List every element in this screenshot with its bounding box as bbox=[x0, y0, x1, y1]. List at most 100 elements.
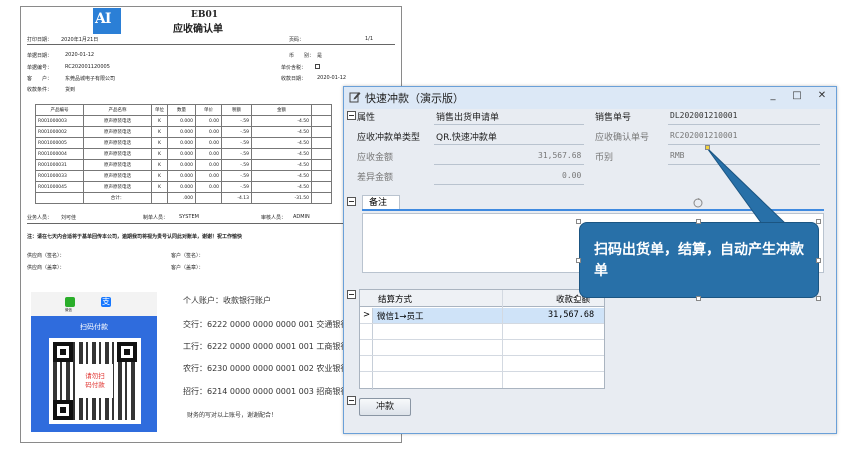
callout-text: 扫码出货单，结算，自动产生冲款单 bbox=[594, 242, 804, 279]
cell-price: 0.00 bbox=[195, 148, 222, 160]
cell-qty: 0.000 bbox=[167, 170, 196, 182]
cell-product-no: R001000031 bbox=[35, 159, 84, 171]
cell-amount: -4.50 bbox=[251, 115, 312, 127]
total-qty: .000 bbox=[167, 192, 196, 204]
offset-type-label: 应收冲款单类型 bbox=[357, 133, 421, 143]
preparer: SYSTEM bbox=[179, 214, 199, 220]
notice-text: 注：请在七天内合适将于基单回传本公司，逾期我司将视为贵号认同此对账单，谢谢！祝工… bbox=[27, 234, 243, 240]
cell-amount: -4.50 bbox=[251, 159, 312, 171]
collapse-grid-icon[interactable] bbox=[347, 290, 356, 299]
cell-price: 0.00 bbox=[195, 137, 222, 149]
table-row: R001000004 原声原装电话 K 0.000 0.00 -.59 -4.5… bbox=[35, 148, 332, 160]
qr-caption-line-2: 码付款 bbox=[85, 381, 105, 389]
difference-label: 差异金额 bbox=[357, 173, 394, 183]
collapse-section-icon[interactable] bbox=[347, 111, 356, 120]
minimize-button[interactable]: _ bbox=[766, 90, 780, 101]
receipt-date: 2020-01-12 bbox=[317, 75, 347, 81]
maximize-button[interactable]: □ bbox=[790, 90, 804, 101]
difference-value[interactable]: 0.00 bbox=[562, 171, 581, 180]
resize-handle[interactable] bbox=[696, 219, 701, 224]
cell-amount: -4.50 bbox=[251, 181, 312, 193]
cell-unit: K bbox=[151, 148, 168, 160]
resize-handle[interactable] bbox=[576, 258, 581, 263]
table-row: R001000031 原声原装电话 K 0.000 0.00 -.59 -4.5… bbox=[35, 159, 332, 171]
cell-product-name: 原声原装电话 bbox=[83, 137, 152, 149]
currency-value[interactable]: RMB bbox=[670, 151, 684, 160]
cell-extra bbox=[311, 181, 332, 193]
cell-product-no: R001000045 bbox=[35, 181, 84, 193]
doc-no: RC202001120005 bbox=[65, 64, 110, 70]
col-header-qty: 数量 bbox=[167, 104, 196, 116]
cell-price: 0.00 bbox=[195, 181, 222, 193]
alipay-icon: 支 bbox=[101, 297, 111, 307]
collection-terms: 货到 bbox=[65, 87, 76, 93]
cell-extra bbox=[311, 126, 332, 138]
cell-unit: K bbox=[151, 159, 168, 171]
cell-qty: 0.000 bbox=[167, 115, 196, 127]
preparer-label: 制单人员： bbox=[143, 215, 169, 221]
receivable-no-value[interactable]: RC202001210001 bbox=[670, 131, 737, 140]
resize-handle[interactable] bbox=[576, 296, 581, 301]
account-thanks: 财务的写对以上账号，谢谢配合！ bbox=[187, 412, 278, 419]
cell-tax: -.59 bbox=[221, 170, 252, 182]
collapse-note-icon[interactable] bbox=[347, 197, 356, 206]
resize-handle[interactable] bbox=[696, 296, 701, 301]
supplier-seal-label: 供应商（盖章）： bbox=[27, 265, 65, 271]
tab-note[interactable]: 备注 bbox=[362, 195, 400, 210]
account-line: 个人账户：收款银行账户 bbox=[183, 296, 271, 305]
cell-unit: K bbox=[151, 170, 168, 182]
attribute-value[interactable]: 销售出货申请单 bbox=[436, 110, 499, 123]
currency-label: 币 别： bbox=[289, 53, 315, 59]
cell-extra bbox=[311, 137, 332, 149]
collection-terms-label: 收款条件： bbox=[27, 87, 53, 93]
receivable-amount-underline bbox=[434, 164, 584, 165]
close-button[interactable]: ✕ bbox=[815, 90, 829, 101]
unit-price-tax-checkbox bbox=[315, 64, 320, 69]
cell-empty bbox=[151, 192, 168, 204]
salesperson-label: 业务人员： bbox=[27, 215, 53, 221]
receivable-amount-value[interactable]: 31,567.68 bbox=[538, 151, 581, 160]
cell-qty: 0.000 bbox=[167, 148, 196, 160]
cell-unit: K bbox=[151, 115, 168, 127]
account-line: 招行：6214 0000 0000 0001 003 招商银行 bbox=[183, 387, 349, 396]
cell-extra bbox=[311, 159, 332, 171]
resize-handle[interactable] bbox=[816, 296, 821, 301]
cell-product-name: 原声原装电话 bbox=[83, 181, 152, 193]
cell-amount: -4.50 bbox=[251, 170, 312, 182]
cell-qty: 0.000 bbox=[167, 181, 196, 193]
resize-handle[interactable] bbox=[816, 258, 821, 263]
offset-button[interactable]: 冲款 bbox=[359, 398, 411, 416]
payment-qr-panel: 微信 支 扫码付款 请勿扫 码付款 bbox=[31, 292, 157, 432]
col-header-product-name: 产品名称 bbox=[83, 104, 152, 116]
cell-qty: 0.000 bbox=[167, 159, 196, 171]
row-received-amount[interactable]: 31,567.68 bbox=[548, 310, 594, 320]
customer-seal-label: 客户（盖章）： bbox=[171, 265, 204, 271]
customer-label: 客 户： bbox=[27, 76, 53, 82]
row-settlement-method[interactable]: 微信1→员工 bbox=[377, 310, 424, 322]
grid-row-line bbox=[360, 339, 604, 340]
cell-amount: -4.50 bbox=[251, 148, 312, 160]
wechat-pay-label: 微信 bbox=[65, 308, 72, 312]
offset-type-value[interactable]: QR.快速冲款单 bbox=[436, 130, 497, 143]
cell-unit: K bbox=[151, 126, 168, 138]
header-divider bbox=[27, 44, 395, 45]
footer-divider bbox=[27, 223, 395, 224]
cell-tax: -.59 bbox=[221, 126, 252, 138]
items-table: 产品编号 产品名称 单位 数量 单价 税额 金额 R001000003 原声原装… bbox=[35, 104, 332, 204]
callout-anchor-handle[interactable] bbox=[705, 145, 710, 150]
dialog-titlebar[interactable]: 快速冲款（演示版） _ □ ✕ bbox=[344, 87, 836, 109]
total-label: 合计： bbox=[83, 192, 152, 204]
doc-no-label: 单据编号： bbox=[27, 65, 53, 71]
edit-icon bbox=[349, 92, 361, 103]
qr-caption-line-1: 请勿扫 bbox=[85, 372, 105, 380]
cell-unit: K bbox=[151, 137, 168, 149]
col-header-tax: 税额 bbox=[221, 104, 252, 116]
resize-handle[interactable] bbox=[816, 219, 821, 224]
col-settlement-method[interactable]: 结算方式 bbox=[378, 293, 412, 305]
collapse-action-icon[interactable] bbox=[347, 396, 356, 405]
document-title: 应收确认单 bbox=[173, 24, 223, 35]
resize-handle[interactable] bbox=[576, 219, 581, 224]
supplier-sign-label: 供应商（签名）： bbox=[27, 253, 65, 259]
sales-no-value[interactable]: DL202001210001 bbox=[670, 111, 737, 120]
cell-product-no: R001000005 bbox=[35, 137, 84, 149]
